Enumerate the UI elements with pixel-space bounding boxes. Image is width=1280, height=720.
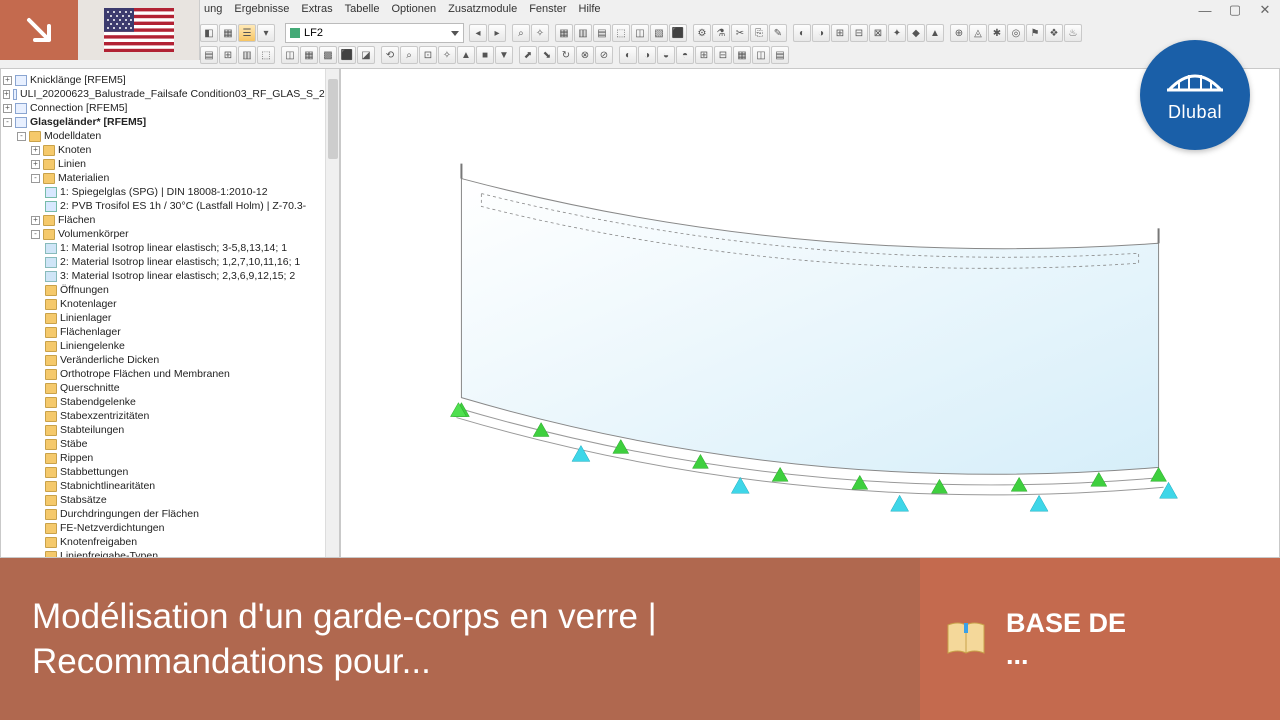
tree-item[interactable]: 1: Spiegelglas (SPG) | DIN 18008-1:2010-… xyxy=(60,185,268,199)
tree-item[interactable]: Liniengelenke xyxy=(60,339,125,353)
bridge-icon xyxy=(1167,68,1223,98)
model-icon xyxy=(15,117,27,128)
collapse-icon[interactable]: - xyxy=(31,174,40,183)
nav-arrow-button[interactable] xyxy=(0,0,78,60)
folder-icon xyxy=(45,369,57,380)
tree-scrollbar[interactable] xyxy=(325,69,339,557)
collapse-icon[interactable]: - xyxy=(17,132,26,141)
tree-item[interactable]: Knotenlager xyxy=(60,297,117,311)
folder-icon xyxy=(43,229,55,240)
expand-icon[interactable]: + xyxy=(3,76,12,85)
model-render xyxy=(341,69,1279,557)
tree-item[interactable]: Volumenkörper xyxy=(58,227,129,241)
folder-icon xyxy=(45,467,57,478)
tree-item[interactable]: 2: Material Isotrop linear elastisch; 1,… xyxy=(60,255,300,269)
solid-icon xyxy=(45,243,57,254)
expand-icon[interactable]: + xyxy=(3,90,10,99)
tree-item[interactable]: Flächenlager xyxy=(60,325,121,339)
expand-icon[interactable]: + xyxy=(31,146,40,155)
folder-icon xyxy=(45,383,57,394)
tree-item[interactable]: Durchdringungen der Flächen xyxy=(60,507,199,521)
tree-item[interactable]: Stabsätze xyxy=(60,493,107,507)
folder-icon xyxy=(29,131,41,142)
tree-item[interactable]: Materialien xyxy=(58,171,109,185)
tree-item[interactable]: Rippen xyxy=(60,451,93,465)
tree-item[interactable]: 1: Material Isotrop linear elastisch; 3-… xyxy=(60,241,287,255)
badge-line1: BASE DE xyxy=(1006,607,1126,639)
tree-item[interactable]: Linienlager xyxy=(60,311,111,325)
tree-item[interactable]: Stabexzentrizitäten xyxy=(60,409,149,423)
folder-icon xyxy=(45,537,57,548)
tree-item-active[interactable]: Glasgeländer* [RFEM5] xyxy=(30,115,146,129)
folder-icon xyxy=(45,523,57,534)
model-viewport[interactable] xyxy=(340,68,1280,558)
folder-icon xyxy=(43,173,55,184)
tree-item[interactable]: Linienfreigabe-Typen xyxy=(60,549,158,558)
folder-icon xyxy=(45,397,57,408)
folder-icon xyxy=(45,341,57,352)
collapse-icon[interactable]: - xyxy=(31,230,40,239)
tree-item[interactable]: 2: PVB Trosifol ES 1h / 30°C (Lastfall H… xyxy=(60,199,306,213)
folder-icon xyxy=(45,509,57,520)
folder-icon xyxy=(45,551,57,559)
tree-item[interactable]: Öffnungen xyxy=(60,283,109,297)
folder-icon xyxy=(43,215,55,226)
expand-icon[interactable]: + xyxy=(31,216,40,225)
dlubal-logo: Dlubal xyxy=(1140,40,1250,150)
tree-item[interactable]: Stäbe xyxy=(60,437,87,451)
arrow-down-right-icon xyxy=(23,14,55,46)
book-icon xyxy=(944,617,988,661)
model-icon xyxy=(13,89,17,100)
tree-item[interactable]: Knicklänge [RFEM5] xyxy=(30,73,126,87)
tree-item[interactable]: Knotenfreigaben xyxy=(60,535,137,549)
collapse-icon[interactable]: - xyxy=(3,118,12,127)
material-icon xyxy=(45,187,57,198)
caption-badge: BASE DE ... xyxy=(920,558,1280,720)
tree-item[interactable]: Stabendgelenke xyxy=(60,395,136,409)
tree-item[interactable]: Modelldaten xyxy=(44,129,101,143)
folder-icon xyxy=(45,355,57,366)
folder-icon xyxy=(45,453,57,464)
folder-icon xyxy=(45,495,57,506)
model-icon xyxy=(15,75,27,86)
material-icon xyxy=(45,201,57,212)
folder-icon xyxy=(45,313,57,324)
folder-icon xyxy=(45,481,57,492)
expand-icon[interactable]: + xyxy=(31,160,40,169)
navigator-tree[interactable]: + Knicklänge [RFEM5] + ULI_20200623_Balust… xyxy=(0,68,340,558)
tree-item[interactable]: Stabnichtlinearitäten xyxy=(60,479,155,493)
caption-bar: Modélisation d'un garde-corps en verre |… xyxy=(0,558,1280,720)
app-window: — ▢ ✕ ung Ergebnisse Extras Tabelle Opti… xyxy=(0,0,1280,558)
folder-icon xyxy=(45,285,57,296)
tree-item[interactable]: Veränderliche Dicken xyxy=(60,353,159,367)
tree-item[interactable]: FE-Netzverdichtungen xyxy=(60,521,164,535)
model-icon xyxy=(15,103,27,114)
tree-item[interactable]: Connection [RFEM5] xyxy=(30,101,127,115)
tree-item[interactable]: 3: Material Isotrop linear elastisch; 2,… xyxy=(60,269,295,283)
tree-item[interactable]: Linien xyxy=(58,157,86,171)
caption-title: Modélisation d'un garde-corps en verre |… xyxy=(0,594,920,685)
folder-icon xyxy=(43,145,55,156)
tree-item[interactable]: ULI_20200623_Balustrade_Failsafe Conditi… xyxy=(20,87,337,101)
solid-icon xyxy=(45,257,57,268)
us-flag-icon xyxy=(104,8,174,52)
tree-item[interactable]: Orthotrope Flächen und Membranen xyxy=(60,367,230,381)
folder-icon xyxy=(45,327,57,338)
badge-line2: ... xyxy=(1006,639,1126,671)
tree-item[interactable]: Stabteilungen xyxy=(60,423,124,437)
folder-icon xyxy=(45,411,57,422)
solid-icon xyxy=(45,271,57,282)
tree-item[interactable]: Querschnitte xyxy=(60,381,120,395)
folder-icon xyxy=(43,159,55,170)
folder-icon xyxy=(45,425,57,436)
folder-icon xyxy=(45,299,57,310)
tree-item[interactable]: Knoten xyxy=(58,143,91,157)
tree-item[interactable]: Flächen xyxy=(58,213,95,227)
folder-icon xyxy=(45,439,57,450)
expand-icon[interactable]: + xyxy=(3,104,12,113)
overlay-topbar xyxy=(0,0,1280,60)
language-flag[interactable] xyxy=(78,0,200,60)
logo-text: Dlubal xyxy=(1168,102,1222,123)
tree-item[interactable]: Stabbettungen xyxy=(60,465,128,479)
